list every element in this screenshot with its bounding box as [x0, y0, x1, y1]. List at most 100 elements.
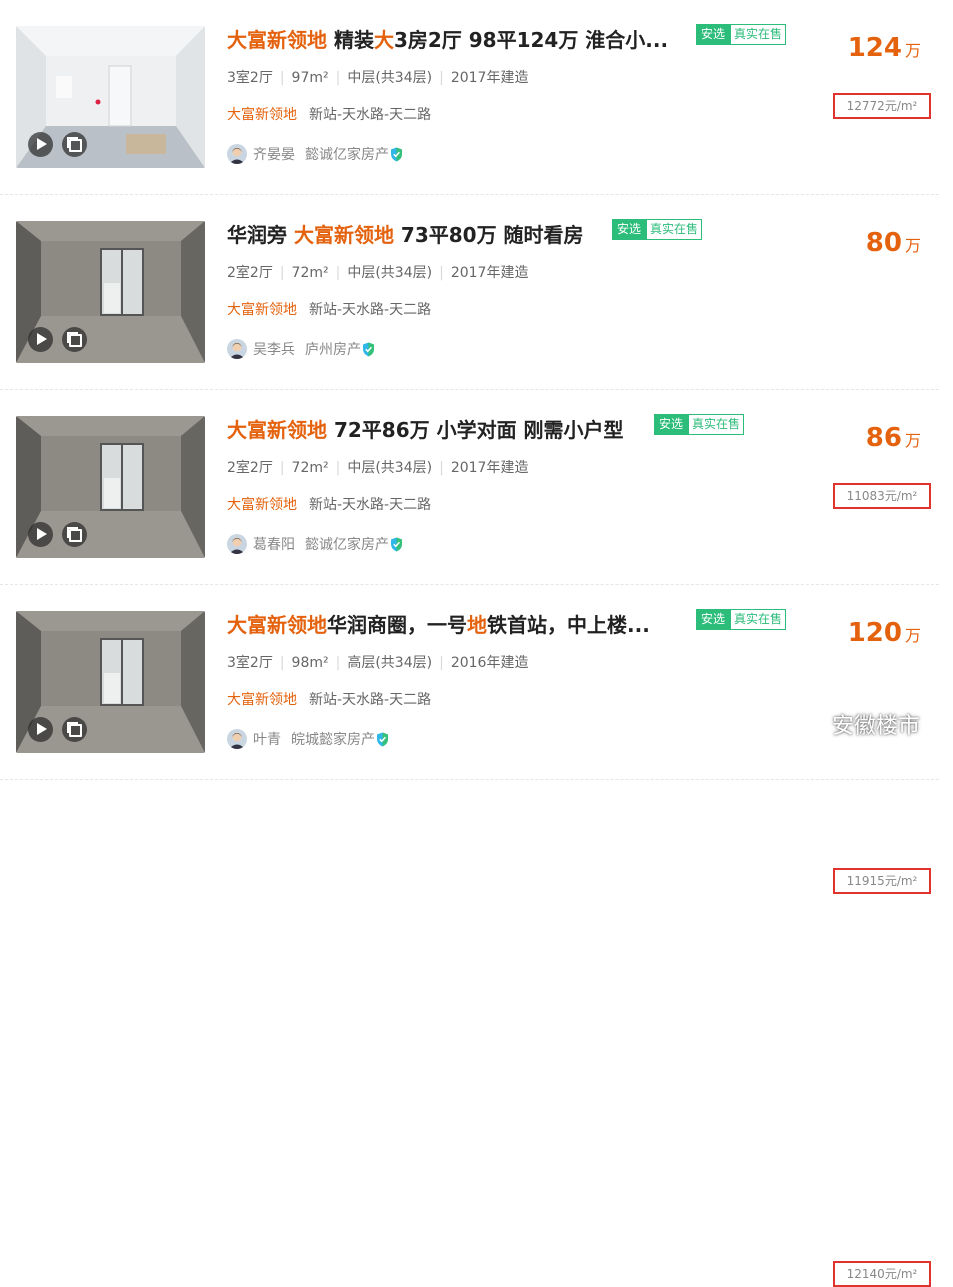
gallery-icon[interactable]: [62, 327, 87, 352]
avatar: [227, 339, 247, 359]
listing-thumbnail[interactable]: [16, 221, 205, 363]
price-value: 80: [865, 228, 902, 258]
verified-shield-icon: [363, 342, 374, 356]
floor-level: 中层(共34层): [347, 265, 433, 281]
listing-thumbnail[interactable]: [16, 26, 205, 168]
community-link[interactable]: 大富新领地: [227, 692, 297, 708]
gallery-icon[interactable]: [62, 717, 87, 742]
floor-area: 98m²: [291, 655, 329, 671]
agent-avatar: [227, 144, 247, 164]
total-price: 120 万: [848, 618, 921, 648]
listing-location: 大富新领地 新站-天水路-天二路: [227, 494, 431, 514]
agent-company: 懿诚亿家房产: [305, 537, 389, 553]
address: 新站-天水路-天二路: [309, 107, 432, 123]
listing-location: 大富新领地 新站-天水路-天二路: [227, 299, 431, 319]
tag-anxuan: 安选: [696, 609, 731, 630]
watermark: 安徽楼市: [790, 704, 920, 744]
address: 新站-天水路-天二路: [309, 302, 432, 318]
gallery-icon[interactable]: [62, 132, 87, 157]
price-value: 120: [847, 618, 902, 648]
listing-attributes: 3室2厅 | 98m² | 高层(共34层) | 2016年建造: [227, 652, 528, 672]
gallery-icon[interactable]: [62, 522, 87, 547]
community-link[interactable]: 大富新领地: [227, 497, 297, 513]
title-segment: 华润旁: [227, 223, 294, 247]
agent-name: 吴李兵: [253, 342, 295, 358]
agent-avatar: [227, 534, 247, 554]
avatar: [227, 729, 247, 749]
listing-card[interactable]: 大富新领地 精装大3房2厅 98平124万 淮合小... 安选 真实在售 3室2厅 | 9…: [0, 0, 953, 195]
price-unit: 万: [904, 626, 921, 645]
build-year: 2017年建造: [450, 70, 529, 86]
listing-thumbnail[interactable]: [16, 416, 205, 558]
agent-info[interactable]: 吴李兵 庐州房产: [227, 338, 375, 360]
community-link[interactable]: 大富新领地: [227, 107, 297, 123]
listing-tags: 安选 真实在售: [654, 414, 745, 435]
total-price: 124 万: [848, 33, 921, 63]
tag-real-for-sale: 真实在售: [730, 609, 787, 630]
room-layout: 3室2厅: [227, 70, 273, 86]
listing-title[interactable]: 大富新领地 精装大3房2厅 98平124万 淮合小...: [227, 24, 668, 53]
title-segment: 大富新领地: [227, 418, 327, 442]
avatar: [227, 534, 247, 554]
listing-attributes: 2室2厅 | 72m² | 中层(共34层) | 2017年建造: [227, 262, 528, 282]
listing-location: 大富新领地 新站-天水路-天二路: [227, 689, 431, 709]
tag-real-for-sale: 真实在售: [730, 24, 787, 45]
build-year: 2017年建造: [450, 460, 529, 476]
tag-anxuan: 安选: [654, 414, 689, 435]
listing-title[interactable]: 大富新领地华润商圈，一号地铁首站，中上楼...: [227, 609, 650, 638]
agent-company: 皖城懿家房产: [291, 732, 375, 748]
listing-tags: 安选 真实在售: [612, 219, 703, 240]
listing-card[interactable]: 华润旁 大富新领地 73平80万 随时看房 安选 真实在售 2室2厅 | 72m² | 中层(…: [0, 195, 953, 509]
agent-info[interactable]: 齐晏晏 懿诚亿家房产: [227, 143, 403, 165]
agent-company: 懿诚亿家房产: [305, 147, 389, 163]
title-segment: 铁首站，中上楼...: [487, 613, 650, 637]
divider: [0, 779, 939, 780]
agent-avatar: [227, 729, 247, 749]
community-link[interactable]: 大富新领地: [227, 302, 297, 318]
title-segment: 地: [467, 613, 487, 637]
listing-tags: 安选 真实在售: [696, 609, 787, 630]
listing-thumbnail[interactable]: [16, 611, 205, 753]
title-segment: 73平80万 随时看房: [393, 223, 584, 247]
address: 新站-天水路-天二路: [309, 497, 432, 513]
tag-anxuan: 安选: [696, 24, 731, 45]
listing-title[interactable]: 华润旁 大富新领地 73平80万 随时看房: [227, 219, 584, 248]
listing-title[interactable]: 大富新领地 72平86万 小学对面 刚需小户型: [227, 414, 624, 443]
floor-level: 高层(共34层): [347, 655, 433, 671]
floor-level: 中层(共34层): [347, 70, 433, 86]
total-price: 86 万: [866, 423, 921, 453]
wechat-icon: [791, 712, 822, 736]
listing-tags: 安选 真实在售: [696, 24, 787, 45]
listing-attributes: 3室2厅 | 97m² | 中层(共34层) | 2017年建造: [227, 67, 528, 87]
floor-level: 中层(共34层): [347, 460, 433, 476]
play-video-icon[interactable]: [28, 132, 53, 157]
play-video-icon[interactable]: [28, 522, 53, 547]
unit-price: 12772元/m²: [833, 93, 931, 119]
title-segment: 大富新领地: [227, 613, 327, 637]
title-segment: 精装: [327, 28, 374, 52]
listing-card[interactable]: 大富新领地华润商圈，一号地铁首站，中上楼... 安选 真实在售 3室2厅 | 98m² | 高…: [0, 585, 953, 1287]
agent-name: 葛春阳: [253, 537, 295, 553]
title-segment: 大富新领地: [293, 223, 394, 247]
title-segment: 华润商圈，一号: [327, 613, 467, 637]
unit-price: 11915元/m²: [833, 868, 931, 894]
agent-info[interactable]: 葛春阳 懿诚亿家房产: [227, 533, 403, 555]
title-segment: 72平86万 小学对面 刚需小户型: [327, 418, 624, 442]
title-segment: 大: [373, 28, 394, 52]
play-video-icon[interactable]: [28, 327, 53, 352]
price-unit: 万: [904, 236, 921, 255]
verified-shield-icon: [391, 537, 402, 551]
floor-area: 72m²: [291, 460, 329, 476]
price-value: 86: [865, 423, 902, 453]
agent-avatar: [227, 339, 247, 359]
listing-card[interactable]: 大富新领地 72平86万 小学对面 刚需小户型 安选 真实在售 2室2厅 | 72m² | 中…: [0, 390, 953, 894]
agent-company: 庐州房产: [305, 342, 361, 358]
price-value: 124: [847, 33, 902, 63]
room-layout: 2室2厅: [227, 265, 273, 281]
play-video-icon[interactable]: [28, 717, 53, 742]
verified-shield-icon: [377, 732, 388, 746]
agent-info[interactable]: 叶青 皖城懿家房产: [227, 728, 389, 750]
verified-shield-icon: [391, 147, 402, 161]
address: 新站-天水路-天二路: [309, 692, 432, 708]
total-price: 80 万: [866, 228, 921, 258]
